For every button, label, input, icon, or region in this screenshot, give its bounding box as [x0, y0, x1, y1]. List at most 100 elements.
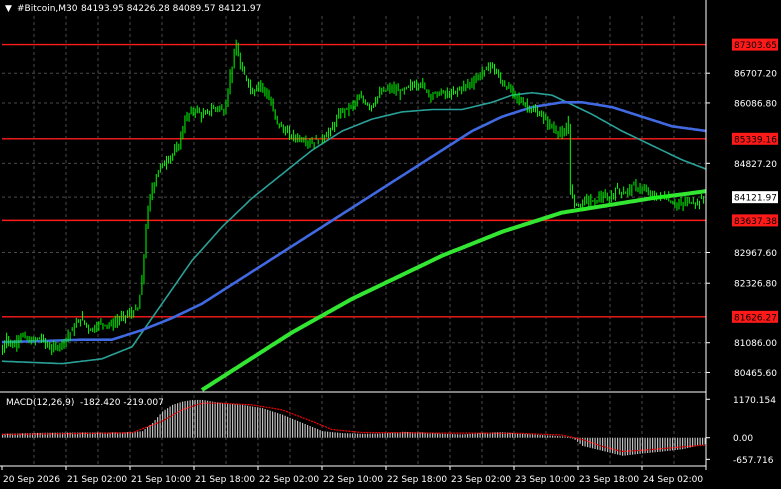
- price-tick-label: 82967.60: [734, 249, 777, 259]
- macd-bar: [629, 437, 631, 455]
- symbol-title: #Bitcoin,M30: [17, 4, 78, 14]
- time-tick-label: 20 Sep 2026: [3, 475, 60, 485]
- macd-bar: [172, 404, 174, 438]
- macd-bar: [302, 422, 304, 438]
- macd-bar: [567, 437, 569, 438]
- macd-bar: [167, 408, 169, 438]
- macd-bar: [554, 435, 556, 438]
- level-price-label: 83637.38: [734, 217, 777, 227]
- macd-bar: [537, 434, 539, 438]
- macd-bar: [637, 437, 639, 455]
- price-tick-label: 82326.80: [734, 280, 777, 290]
- macd-bar: [389, 432, 391, 438]
- menu-arrow-icon[interactable]: ▼: [5, 4, 12, 14]
- macd-bar: [652, 437, 654, 453]
- macd-bar: [612, 437, 614, 454]
- macd-bar: [429, 432, 431, 438]
- macd-bar: [349, 433, 351, 438]
- macd-bar: [617, 437, 619, 455]
- level-price-label: 85339.16: [734, 135, 777, 145]
- time-tick-label: 21 Sep 10:00: [131, 475, 191, 485]
- macd-bar: [469, 433, 471, 438]
- macd-bar: [517, 433, 519, 438]
- macd-bar: [649, 437, 651, 453]
- macd-bar: [372, 433, 374, 438]
- macd-bar: [159, 414, 161, 438]
- macd-bar: [384, 433, 386, 438]
- macd-bar: [242, 404, 244, 438]
- macd-bar: [547, 435, 549, 438]
- macd-bar: [144, 429, 146, 438]
- macd-bar: [174, 404, 176, 438]
- trading-chart-window[interactable]: 87303.65 86707.20 86086.80 85339.16 84827.20…: [0, 0, 781, 489]
- macd-bar: [282, 414, 284, 438]
- macd-bar: [197, 399, 199, 438]
- price-tick-label: 84827.20: [734, 160, 777, 170]
- macd-bar: [584, 437, 586, 447]
- level-price-label: 87303.65: [734, 41, 777, 51]
- macd-bar: [464, 434, 466, 438]
- macd-bar: [664, 437, 666, 452]
- macd-bar: [654, 437, 656, 453]
- macd-bar: [347, 433, 349, 438]
- macd-bar: [344, 433, 346, 438]
- macd-bar: [614, 437, 616, 454]
- macd-bar: [559, 436, 561, 438]
- macd-bar: [369, 433, 371, 438]
- macd-bar: [212, 401, 214, 438]
- macd-bar: [139, 431, 141, 438]
- price-tick-label: 86707.20: [734, 70, 777, 80]
- macd-bar: [189, 400, 191, 438]
- grid-lines: [2, 16, 705, 464]
- macd-bar: [162, 411, 164, 438]
- macd-bar: [229, 403, 231, 438]
- macd-bar: [192, 399, 194, 438]
- macd-bar: [627, 437, 629, 456]
- macd-bar: [677, 437, 679, 450]
- macd-bar: [592, 437, 594, 449]
- macd-bar: [307, 424, 309, 438]
- macd-bar: [647, 437, 649, 453]
- macd-bar: [254, 406, 256, 438]
- macd-bar: [182, 401, 184, 438]
- macd-bar: [622, 437, 624, 456]
- macd-bar: [632, 437, 634, 455]
- macd-bar: [284, 415, 286, 438]
- macd-bar: [552, 435, 554, 438]
- macd-bar: [357, 433, 359, 438]
- level-price-label: 81626.27: [734, 313, 777, 323]
- macd-bar: [634, 437, 636, 455]
- macd-bar: [587, 437, 589, 448]
- macd-bar: [697, 437, 699, 446]
- macd-bar: [269, 410, 271, 438]
- ohlc-values: 84193.95 84226.28 84089.57 84121.97: [81, 4, 261, 14]
- macd-bar: [529, 434, 531, 438]
- macd-bar: [287, 416, 289, 438]
- macd-bar: [309, 426, 311, 438]
- macd-tick-label: 0.00: [733, 434, 753, 444]
- macd-bar: [669, 437, 671, 451]
- macd-label: MACD(12,26,9): [6, 398, 74, 408]
- time-tick-label: 24 Sep 02:00: [643, 475, 703, 485]
- macd-bar: [434, 433, 436, 438]
- macd-bar: [374, 433, 376, 438]
- macd-bar: [272, 411, 274, 438]
- macd-bar: [334, 432, 336, 438]
- macd-bar: [209, 401, 211, 438]
- macd-bar: [239, 404, 241, 438]
- macd-bar: [609, 437, 611, 453]
- macd-bar: [342, 433, 344, 438]
- macd-bar: [207, 400, 209, 438]
- time-tick-label: 23 Sep 02:00: [451, 475, 511, 485]
- macd-bar: [279, 413, 281, 438]
- macd-bar: [477, 433, 479, 438]
- price-chart[interactable]: 87303.65 86707.20 86086.80 85339.16 84827.20…: [0, 0, 781, 489]
- macd-bar: [392, 432, 394, 438]
- macd-bar: [522, 433, 524, 438]
- macd-bar: [454, 434, 456, 438]
- macd-bar: [294, 419, 296, 438]
- macd-bar: [442, 433, 444, 438]
- macd-bar: [154, 420, 156, 438]
- macd-bar: [667, 437, 669, 451]
- macd-bar: [259, 407, 261, 438]
